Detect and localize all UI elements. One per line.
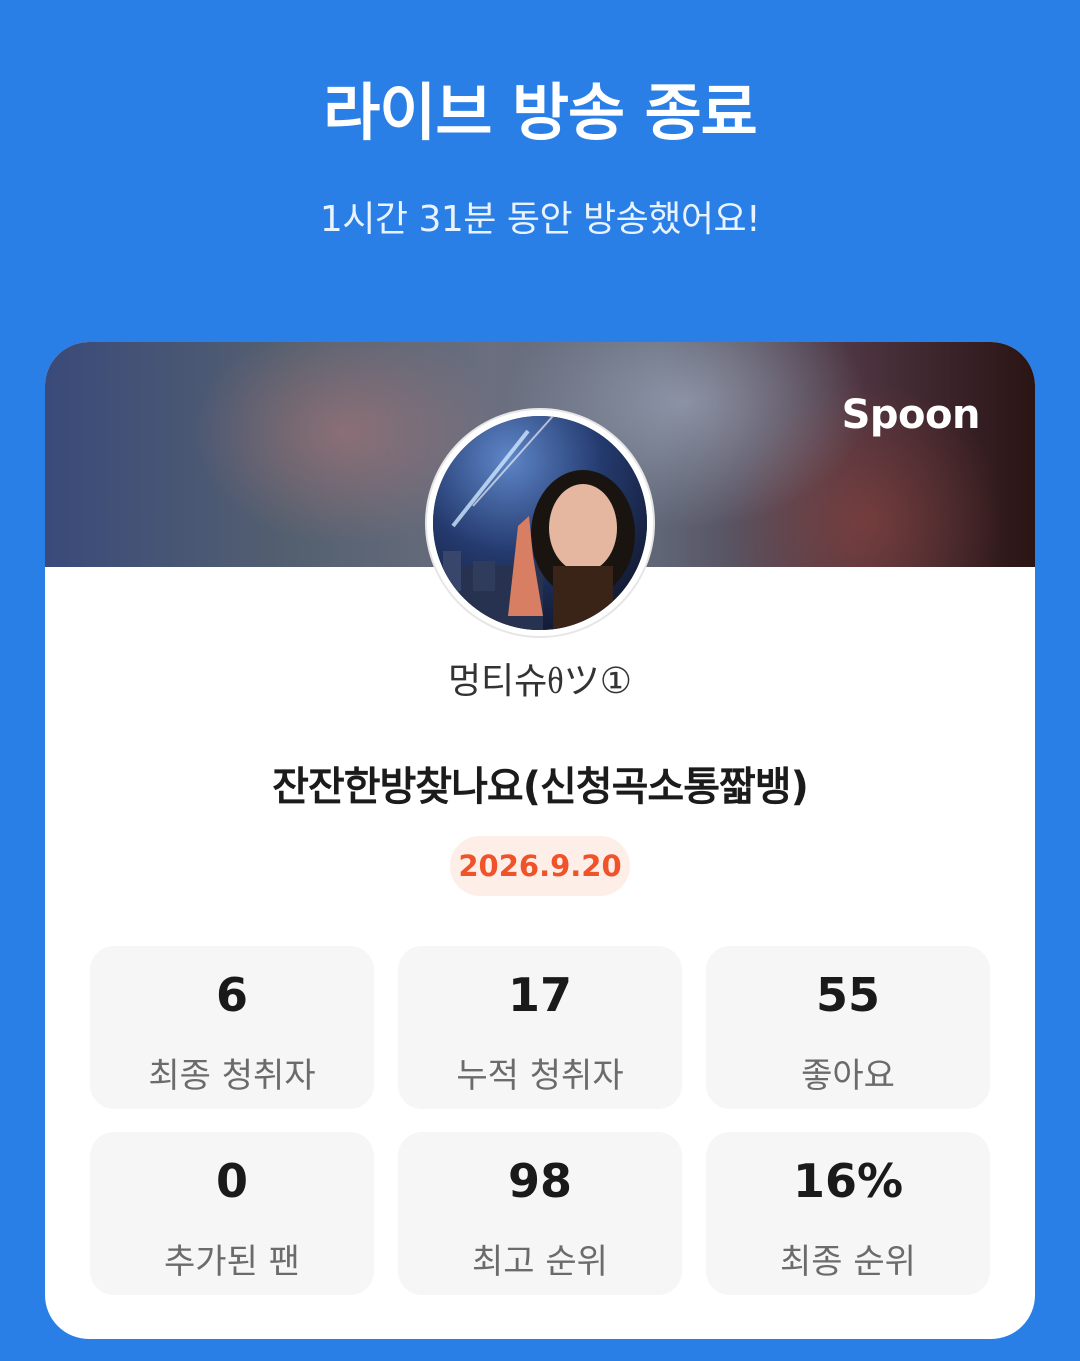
broadcast-summary-card: Spoon 멍티슈ᦲツ① 잔잔한방찾나요(신청곡소통짧뱅) 2026.9.20 … [45,342,1035,1339]
stat-best-rank: 98 최고 순위 [398,1132,682,1295]
profile-photo-icon [433,416,647,630]
stat-label: 최종 순위 [780,1242,916,1282]
stat-label: 좋아요 [801,1056,895,1096]
stat-likes: 55 좋아요 [706,946,990,1109]
stat-total-listeners: 17 누적 청취자 [398,946,682,1109]
stat-value: 0 [215,1154,248,1208]
stat-value: 6 [215,968,248,1022]
avatar[interactable] [427,410,653,636]
live-ended-screen: 라이브 방송 종료 1시간 31분 동안 방송했어요! Spoon 멍티슈ᦲツ①… [0,0,1080,1361]
brand-logo: Spoon [841,392,981,438]
stat-label: 추가된 팬 [164,1242,300,1282]
stat-final-listeners: 6 최종 청취자 [90,946,374,1109]
stat-label: 최고 순위 [472,1242,608,1282]
stat-value: 17 [507,968,572,1022]
stat-value: 98 [507,1154,572,1208]
stat-final-rank: 16% 최종 순위 [706,1132,990,1295]
stat-new-fans: 0 추가된 팬 [90,1132,374,1295]
stat-label: 최종 청취자 [148,1056,316,1096]
stat-value: 16% [792,1154,904,1208]
page-title: 라이브 방송 종료 [323,76,757,149]
broadcast-duration-text: 1시간 31분 동안 방송했어요! [319,199,761,240]
date-badge: 2026.9.20 [450,836,630,896]
username: 멍티슈ᦲツ① [447,661,633,702]
room-title: 잔잔한방찾나요(신청곡소통짧뱅) [272,764,809,810]
stats-grid: 6 최종 청취자 17 누적 청취자 55 좋아요 0 추가된 팬 98 최고 … [90,946,990,1296]
stat-label: 누적 청취자 [456,1056,624,1096]
stat-value: 55 [815,968,880,1022]
